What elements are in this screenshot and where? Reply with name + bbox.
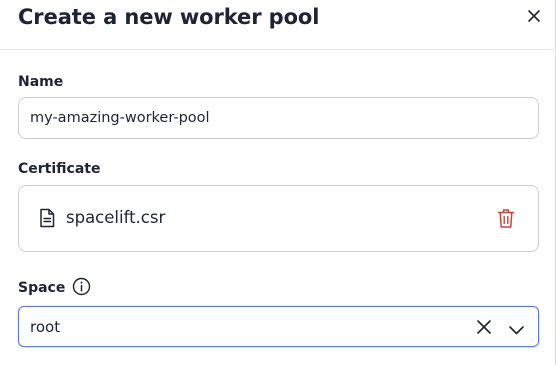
certificate-file-box: spacelift.csr — [18, 185, 539, 252]
file-icon — [40, 208, 55, 228]
space-select[interactable]: root — [18, 306, 539, 347]
clear-space-button[interactable] — [476, 319, 492, 335]
create-worker-pool-panel: Create a new worker pool Name Certificat… — [0, 0, 556, 365]
clear-icon — [477, 320, 491, 334]
certificate-label: Certificate — [18, 161, 101, 177]
space-dropdown-toggle[interactable] — [508, 321, 525, 335]
panel-title: Create a new worker pool — [18, 5, 320, 29]
close-icon — [528, 10, 540, 22]
info-icon — [72, 277, 91, 296]
name-input[interactable] — [18, 97, 539, 139]
panel-header: Create a new worker pool — [0, 0, 556, 50]
space-info-button[interactable] — [72, 277, 91, 296]
chevron-down-icon — [509, 326, 524, 335]
space-select-value: root — [30, 318, 61, 336]
delete-certificate-button[interactable] — [497, 208, 515, 229]
name-label: Name — [18, 74, 64, 90]
trash-icon — [497, 209, 515, 228]
close-button[interactable] — [524, 6, 544, 26]
certificate-file-name: spacelift.csr — [66, 208, 166, 227]
space-label: Space — [18, 280, 66, 296]
